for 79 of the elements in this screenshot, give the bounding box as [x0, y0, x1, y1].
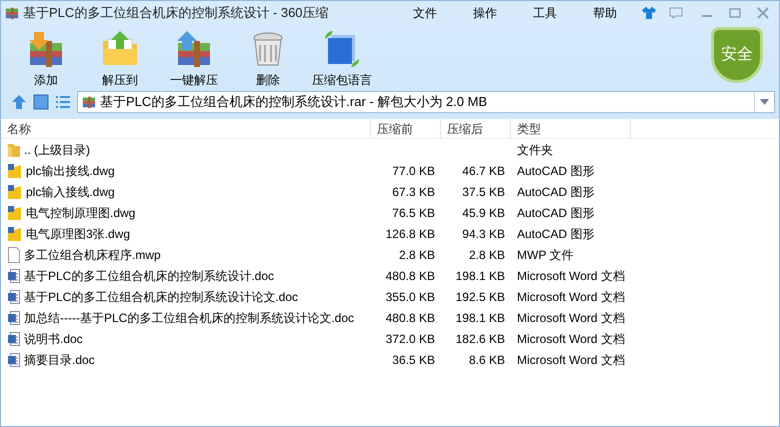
file-name[interactable]: 说明书.doc: [24, 330, 83, 348]
table-cell-text: 67.3 KB: [392, 184, 435, 200]
file-icon: [7, 246, 21, 262]
table-cell: Microsoft Word 文档: [517, 290, 625, 304]
file-name[interactable]: 基于PLC的多工位组合机床的控制系统设计.doc: [24, 266, 274, 284]
column-header[interactable]: 类型: [511, 119, 631, 138]
shirt-icon[interactable]: [641, 6, 657, 20]
menu-item[interactable]: 工具: [515, 4, 575, 22]
column-header[interactable]: 名称: [1, 119, 371, 138]
list-view-icon[interactable]: [55, 94, 71, 110]
column-header[interactable]: 压缩前: [371, 119, 441, 138]
table-cell-text: 2.8 KB: [398, 246, 435, 264]
table-cell: AutoCAD 图形: [517, 206, 594, 220]
table-cell-text: 192.5 KB: [456, 288, 505, 306]
file-name[interactable]: 电气控制原理图.dwg: [26, 204, 136, 222]
app-logo-icon: [5, 6, 19, 20]
column-header[interactable]: 压缩后: [441, 119, 511, 138]
word-document-icon: [7, 268, 21, 284]
menu-item[interactable]: 文件: [395, 4, 455, 22]
file-name[interactable]: 电气原理图3张.dwg: [26, 224, 130, 242]
archive-icon: [82, 95, 96, 109]
table-cell-text: 480.8 KB: [386, 310, 435, 326]
file-name[interactable]: plc输入接线.dwg: [26, 182, 115, 200]
table-cell-text: 36.5 KB: [392, 352, 435, 368]
table-cell-text: 182.6 KB: [456, 330, 505, 348]
table-cell-text: 45.9 KB: [462, 204, 505, 222]
table-cell-text: 198.1 KB: [456, 268, 505, 284]
table-cell-text: 94.3 KB: [462, 226, 505, 242]
table-cell-text: 355.0 KB: [386, 288, 435, 306]
table-cell: Microsoft Word 文档: [517, 268, 625, 282]
toolbar-button[interactable]: 删除: [233, 25, 303, 89]
language-code-icon: [322, 29, 362, 69]
table-cell: MWP 文件: [517, 248, 574, 262]
table-cell-text: 480.8 KB: [386, 268, 435, 284]
window-title: 基于PLC的多工位组合机床的控制系统设计 - 360压缩: [23, 4, 329, 22]
cad-file-icon: [7, 162, 23, 178]
cad-file-icon: [7, 184, 23, 200]
word-document-icon: [7, 330, 21, 346]
toolbar-button[interactable]: 压缩包语言: [307, 25, 377, 89]
toolbar-button[interactable]: 添加: [11, 25, 81, 89]
table-cell-text: 37.5 KB: [462, 184, 505, 200]
folder-icon: [7, 142, 21, 158]
word-document-icon: [7, 310, 21, 326]
word-document-icon: [7, 288, 21, 304]
table-cell-text: 8.6 KB: [468, 352, 505, 368]
file-name[interactable]: 多工位组合机床程序.mwp: [24, 246, 161, 264]
file-name[interactable]: 基于PLC的多工位组合机床的控制系统设计论文.doc: [24, 288, 298, 306]
table-cell-text: 46.7 KB: [462, 162, 505, 180]
menu-item[interactable]: 帮助: [575, 4, 635, 22]
message-icon[interactable]: [669, 7, 683, 19]
table-cell: Microsoft Word 文档: [517, 310, 625, 324]
menu-item[interactable]: 操作: [455, 4, 515, 22]
table-cell: AutoCAD 图形: [517, 184, 594, 198]
table-cell-text: 126.8 KB: [386, 226, 435, 242]
cad-file-icon: [7, 204, 23, 220]
large-icons-view-icon[interactable]: [33, 94, 49, 110]
table-cell-text: 76.5 KB: [392, 204, 435, 222]
file-name[interactable]: plc输出接线.dwg: [26, 162, 115, 180]
file-name[interactable]: 摘要目录.doc: [24, 350, 95, 368]
table-cell: 文件夹: [517, 142, 553, 156]
table-cell-text: 198.1 KB: [456, 310, 505, 326]
file-name[interactable]: .. (上级目录): [24, 140, 90, 158]
toolbar-button[interactable]: 解压到: [85, 25, 155, 89]
file-name[interactable]: 加总结-----基于PLC的多工位组合机床的控制系统设计论文.doc: [24, 308, 354, 326]
table-cell: AutoCAD 图形: [517, 164, 594, 178]
table-cell-text: 77.0 KB: [392, 162, 435, 180]
up-arrow-icon[interactable]: [11, 94, 27, 110]
dropdown-caret-icon[interactable]: [760, 99, 769, 105]
table-cell: Microsoft Word 文档: [517, 352, 625, 366]
word-document-icon: [7, 352, 21, 368]
table-cell: AutoCAD 图形: [517, 226, 594, 240]
cad-file-icon: [7, 226, 23, 242]
table-cell-text: 372.0 KB: [386, 330, 435, 348]
close-icon[interactable]: [757, 7, 769, 19]
maximize-icon[interactable]: [729, 7, 741, 19]
toolbar-button[interactable]: 一键解压: [159, 25, 229, 89]
table-cell-text: 2.8 KB: [468, 246, 505, 264]
table-cell: Microsoft Word 文档: [517, 332, 625, 346]
address-field[interactable]: 基于PLC的多工位组合机床的控制系统设计.rar - 解包大小为 2.0 MB: [77, 91, 775, 113]
